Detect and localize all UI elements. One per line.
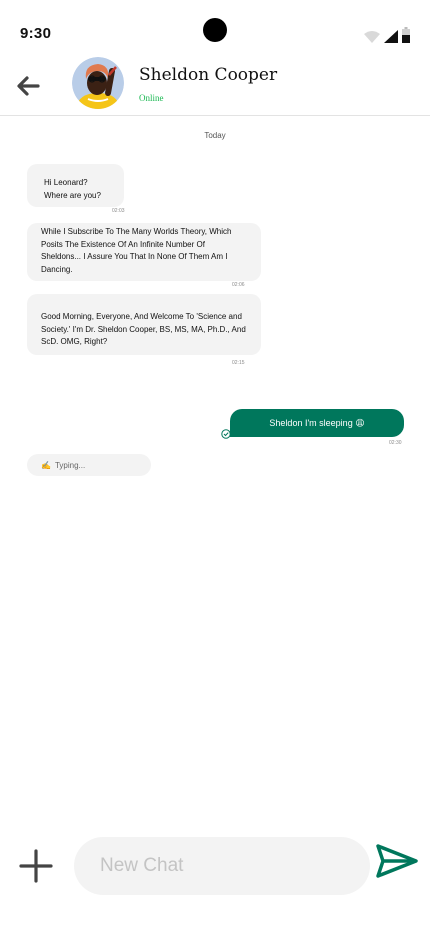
back-arrow-icon[interactable] — [14, 73, 42, 99]
system-icons — [364, 27, 410, 43]
message-line: Sheldons... I Assure You That In None Of… — [41, 252, 228, 261]
writing-hand-icon: ✍️ — [41, 460, 51, 470]
message-timestamp: 02:30 — [389, 440, 402, 446]
message-line: ScD. OMG, Right? — [41, 337, 108, 346]
wifi-icon — [364, 31, 380, 43]
avatar[interactable] — [72, 57, 124, 109]
new-chat-input[interactable] — [74, 837, 370, 895]
message-line: Posits The Existence Of An Infinite Numb… — [41, 239, 205, 249]
check-circle-icon — [221, 429, 231, 439]
message-line: Society.' I'm Dr. Sheldon Cooper, BS, MS… — [41, 324, 246, 334]
avatar-illustration — [72, 57, 124, 109]
message-composer — [0, 830, 430, 900]
message-line: Where are you? — [44, 190, 101, 200]
signal-icon — [384, 30, 398, 43]
incoming-message: While I Subscribe To The Many Worlds The… — [27, 223, 261, 281]
chat-header: Sheldon Cooper Online — [0, 55, 430, 116]
contact-status: Online — [139, 93, 164, 103]
outgoing-message: Sheldon I'm sleeping 😩 — [230, 409, 404, 437]
message-timestamp: 02:15 — [232, 360, 245, 366]
incoming-message: Hi Leonard? Where are you? — [27, 164, 124, 207]
message-line: Dancing. — [41, 264, 73, 274]
message-line: Hi Leonard? — [44, 178, 88, 187]
message-line: While I Subscribe To The Many Worlds The… — [41, 227, 232, 236]
incoming-message: Good Morning, Everyone, And Welcome To '… — [27, 294, 261, 355]
front-camera — [203, 18, 227, 42]
status-time: 9:30 — [20, 25, 52, 42]
message-line: Good Morning, Everyone, And Welcome To '… — [41, 312, 242, 321]
typing-indicator: ✍️ Typing... — [27, 454, 151, 476]
message-text: Sheldon I'm sleeping 😩 — [269, 417, 365, 428]
send-icon[interactable] — [375, 843, 419, 879]
message-timestamp: 02:06 — [232, 282, 245, 288]
plus-icon[interactable] — [19, 849, 53, 883]
contact-name: Sheldon Cooper — [139, 65, 278, 85]
battery-icon — [402, 27, 410, 43]
typing-text: Typing... — [54, 460, 86, 470]
date-separator: Today — [204, 131, 226, 140]
message-timestamp: 02:03 — [112, 208, 125, 214]
status-bar: 9:30 — [0, 0, 430, 60]
